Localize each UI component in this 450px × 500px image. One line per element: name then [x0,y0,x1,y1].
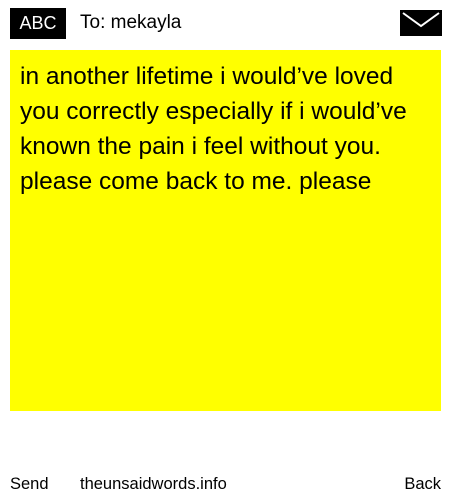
abc-keyboard-button[interactable]: ABC [10,8,66,39]
back-button[interactable]: Back [404,473,441,495]
message-text: in another lifetime i would’ve loved you… [20,63,407,195]
recipient-label: To: mekayla [80,12,182,33]
send-button[interactable]: Send [10,473,49,495]
envelope-icon[interactable] [400,10,442,36]
message-note: in another lifetime i would’ve loved you… [10,50,441,411]
site-link[interactable]: theunsaidwords.info [80,473,227,495]
